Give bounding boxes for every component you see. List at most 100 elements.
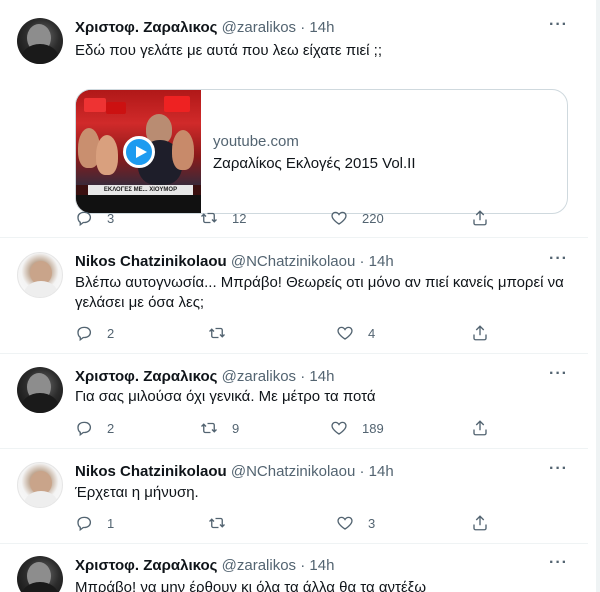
retweet-button[interactable]: 9 <box>200 419 239 437</box>
card-title: Ζαραλίκος Εκλογές 2015 Vol.II <box>213 155 416 172</box>
tweet-actions: 3 12 220 <box>75 209 495 229</box>
share-icon <box>473 515 487 531</box>
divider <box>0 448 588 449</box>
author-handle[interactable]: @zaralikos <box>222 368 296 385</box>
reply-count: 2 <box>107 325 115 341</box>
retweet-button[interactable] <box>208 324 240 342</box>
tweet-header: Χριστοφ. Ζαραλικος @zaralikos · 14h <box>75 18 334 38</box>
like-count: 220 <box>362 210 384 226</box>
thumbnail-caption: ΕΚΛΟΓΕΣ ΜΕ... ΧΙΟΥΜΟΡ <box>88 185 193 195</box>
tweet-text: Έρχεται η μήνυση. <box>75 484 199 501</box>
retweet-button[interactable] <box>208 514 240 532</box>
reply-count: 1 <box>107 515 115 531</box>
separator-dot: · <box>300 557 306 574</box>
tweet[interactable]: Nikos Chatzinikolaou @NChatzinikolaou · … <box>0 460 588 542</box>
author-handle[interactable]: @NChatzinikolaou <box>231 253 355 270</box>
retweet-icon <box>209 517 225 529</box>
separator-dot: · <box>359 253 365 270</box>
author-name[interactable]: Χριστοφ. Ζαραλικος <box>75 368 217 385</box>
tweet-header: Χριστοφ. Ζαραλικος @zaralikos · 14h <box>75 367 334 387</box>
author-handle[interactable]: @zaralikos <box>222 557 296 574</box>
retweet-count: 12 <box>232 210 247 226</box>
more-horizontal-icon[interactable]: ··· <box>549 460 568 478</box>
tweet-text: Βλέπω αυτογνωσία... Μπράβο! Θεωρείς οτι … <box>75 274 564 311</box>
more-horizontal-icon[interactable]: ··· <box>549 556 568 572</box>
avatar[interactable] <box>17 367 63 413</box>
reply-icon <box>77 326 92 342</box>
tweet-actions: 2 4 <box>75 324 495 344</box>
tweet-header: Χριστοφ. Ζαραλικος @zaralikos · 14h <box>75 556 334 576</box>
like-button[interactable]: 4 <box>336 324 375 342</box>
like-button[interactable]: 3 <box>336 514 375 532</box>
share-button[interactable] <box>471 209 489 227</box>
heart-icon <box>337 516 353 530</box>
separator-dot: · <box>300 368 306 385</box>
divider <box>0 237 588 238</box>
divider <box>0 353 588 354</box>
retweet-count: 9 <box>232 420 240 436</box>
avatar[interactable] <box>17 252 63 298</box>
tweet[interactable]: Nikos Chatzinikolaou @NChatzinikolaou · … <box>0 250 588 357</box>
video-thumbnail[interactable]: ΕΚΛΟΓΕΣ ΜΕ... ΧΙΟΥΜΟΡ <box>76 90 201 213</box>
separator-dot: · <box>359 463 365 480</box>
timestamp[interactable]: 14h <box>369 253 394 270</box>
author-name[interactable]: Χριστοφ. Ζαραλικος <box>75 557 217 574</box>
more-horizontal-icon[interactable]: ··· <box>549 250 568 268</box>
timestamp[interactable]: 14h <box>309 557 334 574</box>
share-icon <box>473 210 487 226</box>
tweet[interactable]: Χριστοφ. Ζαραλικος @zaralikos · 14h ··· … <box>0 365 588 452</box>
share-button[interactable] <box>471 514 489 532</box>
share-button[interactable] <box>471 324 489 342</box>
reply-count: 3 <box>107 210 115 226</box>
play-icon[interactable] <box>123 136 155 168</box>
heart-icon <box>337 326 353 340</box>
retweet-icon <box>201 422 217 434</box>
share-icon <box>473 325 487 341</box>
retweet-button[interactable]: 12 <box>200 209 246 227</box>
tweet-text: Μπράβο! να μην έρθουν κι όλα τα άλλα θα … <box>75 579 427 592</box>
avatar[interactable] <box>17 556 63 592</box>
heart-icon <box>331 211 347 225</box>
author-handle[interactable]: @zaralikos <box>222 19 296 36</box>
reply-icon <box>77 421 92 437</box>
timestamp[interactable]: 14h <box>309 19 334 36</box>
like-count: 3 <box>368 515 376 531</box>
tweet-header: Nikos Chatzinikolaou @NChatzinikolaou · … <box>75 462 394 482</box>
avatar[interactable] <box>17 462 63 508</box>
timestamp[interactable]: 14h <box>369 463 394 480</box>
tweet[interactable]: Χριστοφ. Ζαραλικος @zaralikos · 14h ··· … <box>0 16 588 248</box>
divider <box>0 543 588 544</box>
reply-button[interactable]: 2 <box>75 419 114 437</box>
reply-count: 2 <box>107 420 115 436</box>
reply-icon <box>77 516 92 532</box>
author-handle[interactable]: @NChatzinikolaou <box>231 463 355 480</box>
author-name[interactable]: Nikos Chatzinikolaou <box>75 253 227 270</box>
avatar[interactable] <box>17 18 63 64</box>
timestamp[interactable]: 14h <box>309 368 334 385</box>
tweet-text: Για σας μιλούσα όχι γενικά. Με μέτρο τα … <box>75 388 376 405</box>
author-name[interactable]: Χριστοφ. Ζαραλικος <box>75 19 217 36</box>
reply-button[interactable]: 2 <box>75 324 114 342</box>
reply-button[interactable]: 3 <box>75 209 114 227</box>
more-horizontal-icon[interactable]: ··· <box>549 16 568 34</box>
reply-icon <box>77 211 92 227</box>
card-domain: youtube.com <box>213 133 299 150</box>
scrollbar-track[interactable] <box>596 0 600 592</box>
tweet[interactable]: Χριστοφ. Ζαραλικος @zaralikos · 14h ··· … <box>0 556 588 592</box>
reply-button[interactable]: 1 <box>75 514 114 532</box>
like-button[interactable]: 189 <box>330 419 384 437</box>
author-name[interactable]: Nikos Chatzinikolaou <box>75 463 227 480</box>
more-horizontal-icon[interactable]: ··· <box>549 365 568 383</box>
separator-dot: · <box>300 19 306 36</box>
like-count: 189 <box>362 420 384 436</box>
retweet-icon <box>209 327 225 339</box>
tweet-actions: 1 3 <box>75 514 495 534</box>
tweet-header: Nikos Chatzinikolaou @NChatzinikolaou · … <box>75 252 394 272</box>
heart-icon <box>331 421 347 435</box>
share-button[interactable] <box>471 419 489 437</box>
tweet-text: Εδώ που γελάτε με αυτά που λεω είχατε πι… <box>75 42 382 59</box>
link-card[interactable]: ΕΚΛΟΓΕΣ ΜΕ... ΧΙΟΥΜΟΡ youtube.com Ζαραλί… <box>75 89 568 214</box>
retweet-icon <box>201 212 217 224</box>
like-button[interactable]: 220 <box>330 209 384 227</box>
share-icon <box>473 420 487 436</box>
